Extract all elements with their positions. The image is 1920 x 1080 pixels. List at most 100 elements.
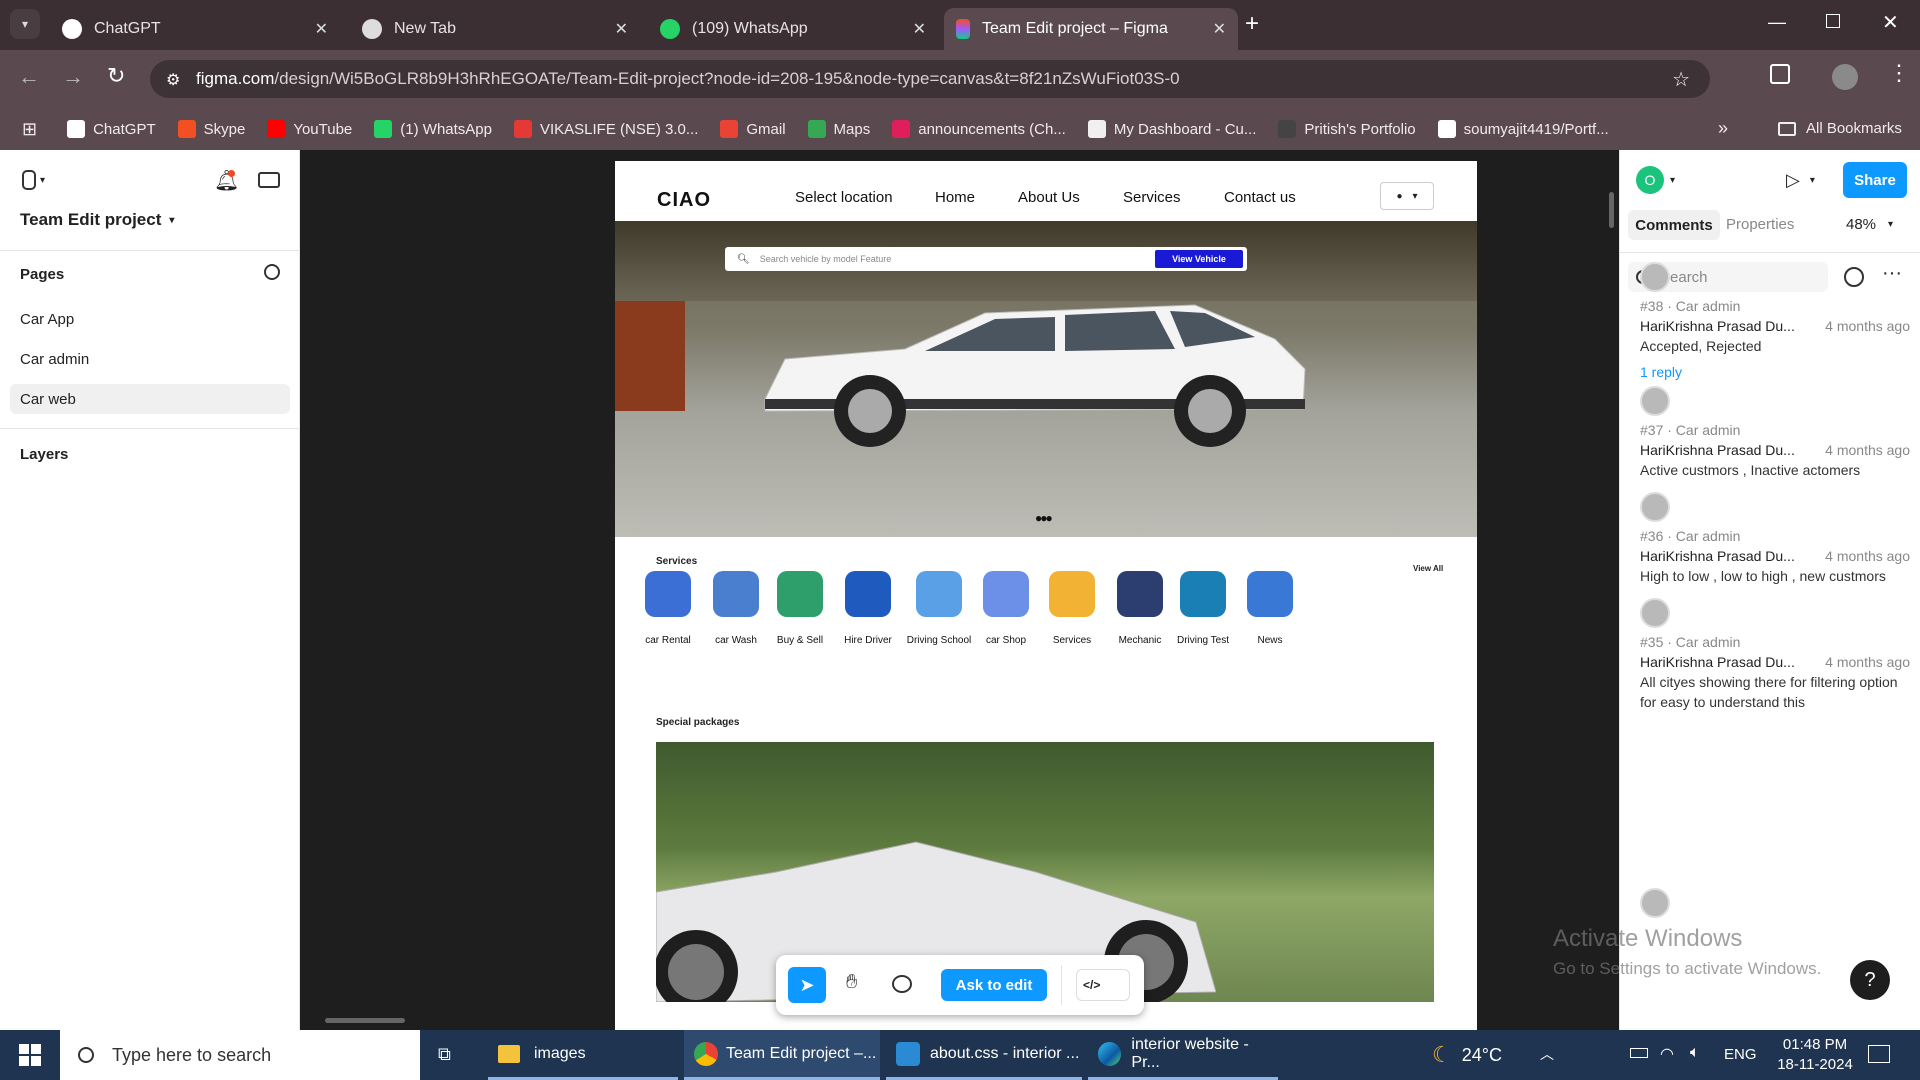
hand-tool-icon[interactable]: ✋︎ [846, 971, 857, 994]
tab-comments[interactable]: Comments [1628, 210, 1720, 240]
page-car-admin[interactable]: Car admin [10, 344, 290, 374]
bookmark-star-icon[interactable]: ☆ [1672, 67, 1690, 92]
zoom-level[interactable]: 48% ▾ [1846, 216, 1893, 234]
nav-about-us[interactable]: About Us [1018, 189, 1080, 206]
task-view-icon[interactable]: ⧉ [438, 1044, 451, 1065]
apps-grid-icon[interactable]: ⊞ [22, 119, 37, 140]
panel-toggle-icon[interactable] [258, 172, 280, 188]
service-item[interactable]: Mechanic [1105, 571, 1175, 646]
bookmark-item[interactable]: Gmail [720, 120, 786, 138]
nav-contact-us[interactable]: Contact us [1224, 189, 1296, 206]
service-item[interactable]: Driving Test [1168, 571, 1238, 646]
battery-icon[interactable] [1630, 1048, 1648, 1058]
bookmark-item[interactable]: (1) WhatsApp [374, 120, 492, 138]
profile-avatar[interactable] [1832, 64, 1858, 90]
service-item[interactable]: car Wash [701, 571, 771, 646]
site-info-icon[interactable]: ⚙ [166, 70, 180, 90]
close-icon[interactable]: ✕ [315, 19, 328, 39]
service-item[interactable]: Services [1037, 571, 1107, 646]
tab-new-tab[interactable]: New Tab ✕ [350, 8, 640, 50]
service-item[interactable]: car Shop [971, 571, 1041, 646]
user-avatar[interactable]: O ▾ [1636, 166, 1675, 194]
menu-kebab-icon[interactable]: ⋮ [1888, 62, 1910, 84]
bookmark-item[interactable]: My Dashboard - Cu... [1087, 120, 1256, 138]
bookmark-item[interactable]: Pritish's Portfolio [1278, 120, 1416, 138]
car-web-frame[interactable]: CIAO Select location Home About Us Servi… [615, 161, 1477, 1030]
tab-whatsapp[interactable]: (109) WhatsApp ✕ [648, 8, 938, 50]
horizontal-scrollbar[interactable] [325, 1018, 405, 1023]
comment-thread[interactable]: #35 · Car admin HariKrishna Prasad Du... 4… [1640, 598, 1910, 712]
notification-center-icon[interactable] [1868, 1045, 1890, 1063]
help-button[interactable]: ? [1850, 960, 1890, 1000]
tab-search-dropdown[interactable]: ▾ [10, 9, 40, 39]
user-menu-button[interactable]: ● ▾ [1380, 182, 1434, 210]
bookmark-item[interactable]: announcements (Ch... [892, 120, 1066, 138]
bookmark-item[interactable]: Maps [807, 120, 870, 138]
close-icon[interactable]: ✕ [615, 19, 628, 39]
page-car-web[interactable]: Car web [10, 384, 290, 414]
service-item[interactable]: Driving School [904, 571, 974, 646]
taskbar-app-vscode[interactable]: about.css - interior ... [886, 1030, 1082, 1080]
close-window-button[interactable]: ✕ [1882, 10, 1899, 35]
input-language[interactable]: ENG [1724, 1046, 1757, 1063]
share-button[interactable]: Share [1843, 162, 1907, 198]
weather-widget[interactable]: ☾ 24°C [1432, 1042, 1502, 1068]
clock[interactable]: 01:48 PM 18-11-2024 [1774, 1036, 1856, 1073]
service-item[interactable]: News [1235, 571, 1305, 646]
bookmark-item[interactable]: Skype [177, 120, 245, 138]
comment-replies-link[interactable]: 1 reply [1640, 364, 1910, 380]
comment-thread[interactable]: #37 · Car admin HariKrishna Prasad Du... 4… [1640, 386, 1910, 480]
bookmark-item[interactable]: YouTube [267, 120, 352, 138]
minimize-button[interactable]: — [1768, 12, 1786, 33]
taskbar-app-chrome[interactable]: Team Edit project –... [684, 1030, 880, 1080]
service-item[interactable]: Hire Driver [833, 571, 903, 646]
service-item[interactable]: Buy & Sell [765, 571, 835, 646]
nav-home[interactable]: Home [935, 189, 975, 206]
bookmark-item[interactable]: soumyajit4419/Portf... [1437, 120, 1609, 138]
tab-chatgpt[interactable]: ChatGPT ✕ [50, 8, 340, 50]
page-car-app[interactable]: Car App [10, 304, 290, 334]
taskbar-app-images[interactable]: images [488, 1030, 678, 1080]
nav-select-location[interactable]: Select location [795, 189, 893, 206]
comment-thread[interactable]: #38 · Car admin HariKrishna Prasad Du... 4… [1640, 262, 1910, 380]
figma-menu-button[interactable]: ▾ [22, 170, 45, 190]
vertical-scrollbar[interactable] [1609, 192, 1614, 228]
reload-icon[interactable]: ↻ [107, 63, 125, 89]
service-item[interactable]: car Rental [633, 571, 703, 646]
comment-thread[interactable]: #36 · Car admin HariKrishna Prasad Du... 4… [1640, 492, 1910, 586]
start-button[interactable] [0, 1030, 60, 1080]
tab-properties[interactable]: Properties [1726, 216, 1794, 233]
tab-figma[interactable]: Team Edit project – Figma ✕ [944, 8, 1238, 50]
network-icon[interactable]: ◠ [1660, 1044, 1674, 1064]
service-label: Hire Driver [844, 635, 892, 646]
nav-services[interactable]: Services [1123, 189, 1181, 206]
taskbar-search-box[interactable]: Type here to search [60, 1030, 420, 1080]
extensions-icon[interactable] [1770, 64, 1790, 84]
close-icon[interactable]: ✕ [1213, 19, 1226, 39]
move-tool-button[interactable]: ➤ [788, 967, 826, 1003]
ask-to-edit-button[interactable]: Ask to edit [941, 969, 1047, 1001]
present-button[interactable]: ▷ ▾ [1786, 170, 1815, 191]
bookmarks-overflow-icon[interactable]: » [1718, 118, 1728, 139]
dev-mode-toggle[interactable]: </> [1076, 969, 1130, 1001]
notifications-bell-icon[interactable]: 🔔︎ [214, 168, 239, 193]
new-tab-button[interactable]: + [1245, 10, 1259, 38]
bookmark-item[interactable]: ChatGPT [67, 120, 156, 138]
project-title[interactable]: Team Edit project ▾ [20, 210, 174, 230]
view-all-link[interactable]: View All [1413, 564, 1443, 573]
taskbar-app-edge[interactable]: interior website - Pr... [1088, 1030, 1278, 1080]
bookmark-item[interactable]: VIKASLIFE (NSE) 3.0... [513, 120, 698, 138]
tray-chevron-up-icon[interactable]: ︿ [1540, 1044, 1554, 1064]
carousel-dots[interactable]: ●●● [1035, 511, 1053, 525]
comment-tool-icon[interactable] [892, 975, 912, 993]
view-vehicle-button[interactable]: View Vehicle [1155, 250, 1243, 268]
back-icon[interactable]: ← [18, 64, 40, 90]
forward-icon[interactable]: → [62, 64, 84, 90]
search-bar[interactable]: 🔍︎ Search vehicle by model Feature View … [725, 247, 1247, 271]
volume-icon[interactable]: 🔈︎ [1690, 1044, 1700, 1062]
search-icon[interactable] [264, 264, 280, 280]
all-bookmarks[interactable]: All Bookmarks [1778, 120, 1902, 137]
url-bar[interactable]: ⚙ figma.com/design/Wi5BoGLR8b9H3hRhEGOAT… [150, 60, 1710, 98]
close-icon[interactable]: ✕ [913, 19, 926, 39]
restore-button[interactable] [1826, 14, 1840, 28]
